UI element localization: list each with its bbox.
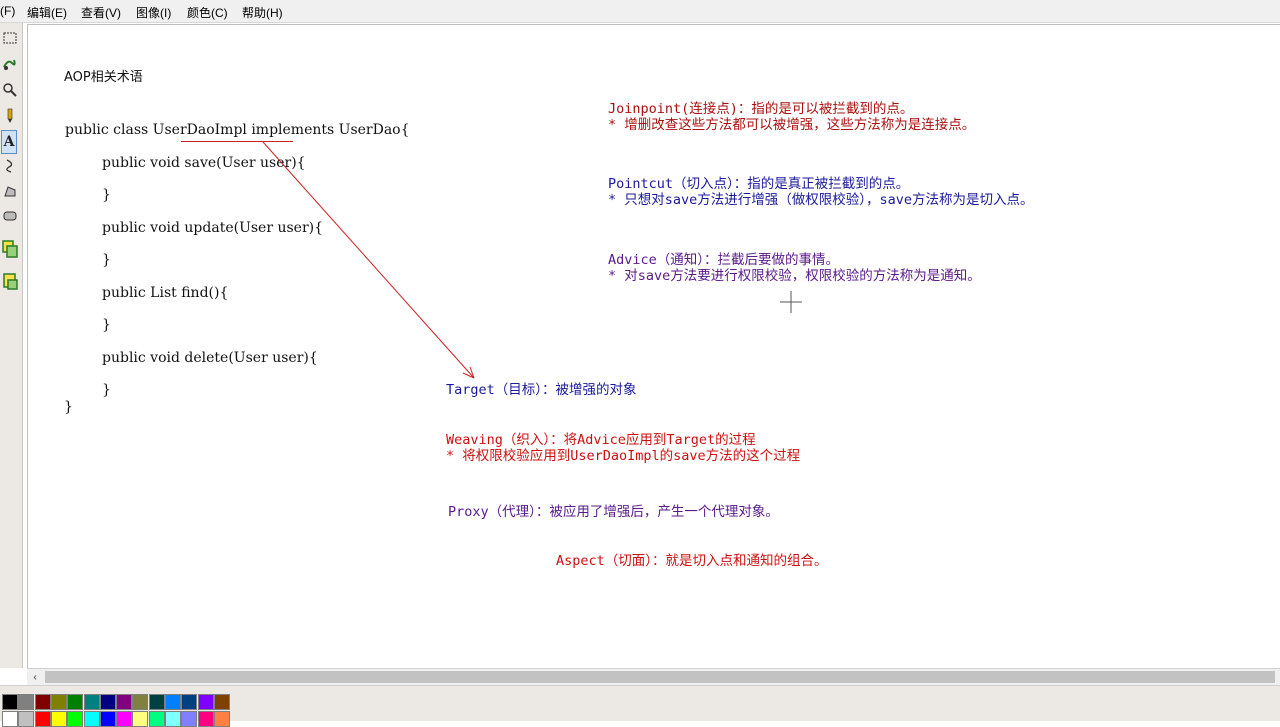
code-save-method: public void save(User user){: [102, 155, 306, 171]
color-swatch[interactable]: [116, 711, 133, 727]
note-aspect: Aspect（切面）：就是切入点和通知的组合。: [556, 553, 828, 569]
menu-colors[interactable]: 颜色(C): [187, 4, 228, 21]
color-swatch[interactable]: [213, 711, 230, 727]
color-swatch[interactable]: [99, 711, 116, 727]
magnifier-icon[interactable]: [0, 79, 20, 101]
scroll-left-icon[interactable]: ‹: [27, 669, 43, 685]
color-swatch[interactable]: [99, 694, 116, 710]
crosshair-cursor: [780, 291, 802, 313]
color-swatch[interactable]: [18, 694, 35, 710]
drawing-canvas[interactable]: AOP相关术语 public class UserDaoImpl impleme…: [27, 24, 1280, 668]
polygon-icon[interactable]: [0, 180, 20, 202]
menu-view[interactable]: 查看(V): [81, 4, 121, 21]
color-swatch[interactable]: [197, 711, 214, 727]
color-swatch[interactable]: [34, 711, 51, 727]
note-joinpoint-title: Joinpoint(连接点)：指的是可以被拦截到的点。: [608, 101, 914, 117]
code-brace: }: [102, 317, 111, 333]
note-joinpoint-detail: * 增删改查这些方法都可以被增强，这些方法称为是连接点。: [608, 117, 976, 133]
color-swatch[interactable]: [67, 694, 84, 710]
code-delete-method: public void delete(User user){: [102, 350, 318, 366]
color-swatch[interactable]: [2, 711, 18, 727]
color-swatch[interactable]: [148, 711, 165, 727]
horizontal-scrollbar[interactable]: ‹: [27, 668, 1280, 685]
color-palette: [0, 685, 1280, 727]
color-swatch[interactable]: [2, 694, 18, 710]
note-weaving-detail: * 将权限校验应用到UserDaoImpl的save方法的这个过程: [446, 448, 801, 464]
curve-icon[interactable]: [0, 155, 20, 177]
color-swatch[interactable]: [50, 694, 67, 710]
pencil-icon[interactable]: [0, 105, 20, 127]
color-swatch[interactable]: [34, 694, 51, 710]
page-title: AOP相关术语: [64, 70, 143, 85]
menu-file[interactable]: (F): [0, 4, 15, 18]
color-swatch[interactable]: [83, 711, 100, 727]
note-advice-title: Advice（通知）：拦截后要做的事情。: [608, 252, 840, 268]
code-brace: }: [102, 187, 111, 203]
menu-edit[interactable]: 编辑(E): [27, 4, 67, 21]
menu-bar: (F) 编辑(E) 查看(V) 图像(I) 颜色(C) 帮助(H): [0, 0, 1280, 23]
color-swatch[interactable]: [181, 694, 198, 710]
color-swatch[interactable]: [148, 694, 165, 710]
code-class-close: }: [64, 399, 73, 415]
color-swatch[interactable]: [67, 711, 84, 727]
note-pointcut-title: Pointcut（切入点）：指的是真正被拦截到的点。: [608, 176, 910, 192]
menu-image[interactable]: 图像(I): [136, 4, 171, 21]
color-swatch[interactable]: [132, 694, 149, 710]
color-swatch[interactable]: [197, 694, 214, 710]
color-swatch[interactable]: [50, 711, 67, 727]
color-swatch[interactable]: [83, 694, 100, 710]
paste-icon[interactable]: [0, 270, 20, 292]
color-swatch[interactable]: [181, 711, 198, 727]
code-class-line: public class UserDaoImpl implements User…: [65, 122, 410, 138]
copy-icon[interactable]: [0, 238, 20, 260]
select-rect-icon[interactable]: [0, 27, 20, 49]
code-brace: }: [102, 252, 111, 268]
code-update-method: public void update(User user){: [102, 220, 324, 236]
color-swatch[interactable]: [132, 711, 149, 727]
color-swatch[interactable]: [116, 694, 133, 710]
menu-help[interactable]: 帮助(H): [242, 4, 283, 21]
note-proxy: Proxy（代理）：被应用了增强后，产生一个代理对象。: [448, 504, 779, 520]
code-brace: }: [102, 382, 111, 398]
note-advice-detail: * 对save方法要进行权限校验，权限校验的方法称为是通知。: [608, 268, 981, 284]
tool-strip: A: [0, 23, 23, 668]
note-pointcut-detail: * 只想对save方法进行增强（做权限校验），save方法称为是切入点。: [608, 192, 1034, 208]
code-find-method: public List find(){: [102, 285, 229, 301]
class-name-underline: [181, 141, 293, 142]
scroll-thumb[interactable]: [45, 671, 1275, 683]
color-swatch[interactable]: [165, 694, 181, 710]
color-swatch[interactable]: [165, 711, 181, 727]
note-weaving-title: Weaving（织入）：将Advice应用到Target的过程: [446, 432, 756, 448]
color-swatch[interactable]: [213, 694, 230, 710]
rounded-rect-icon[interactable]: [0, 205, 20, 227]
free-select-icon[interactable]: [0, 53, 20, 75]
color-swatch[interactable]: [18, 711, 35, 727]
text-tool-icon[interactable]: A: [1, 130, 17, 154]
note-target: Target（目标）：被增强的对象: [446, 382, 637, 398]
